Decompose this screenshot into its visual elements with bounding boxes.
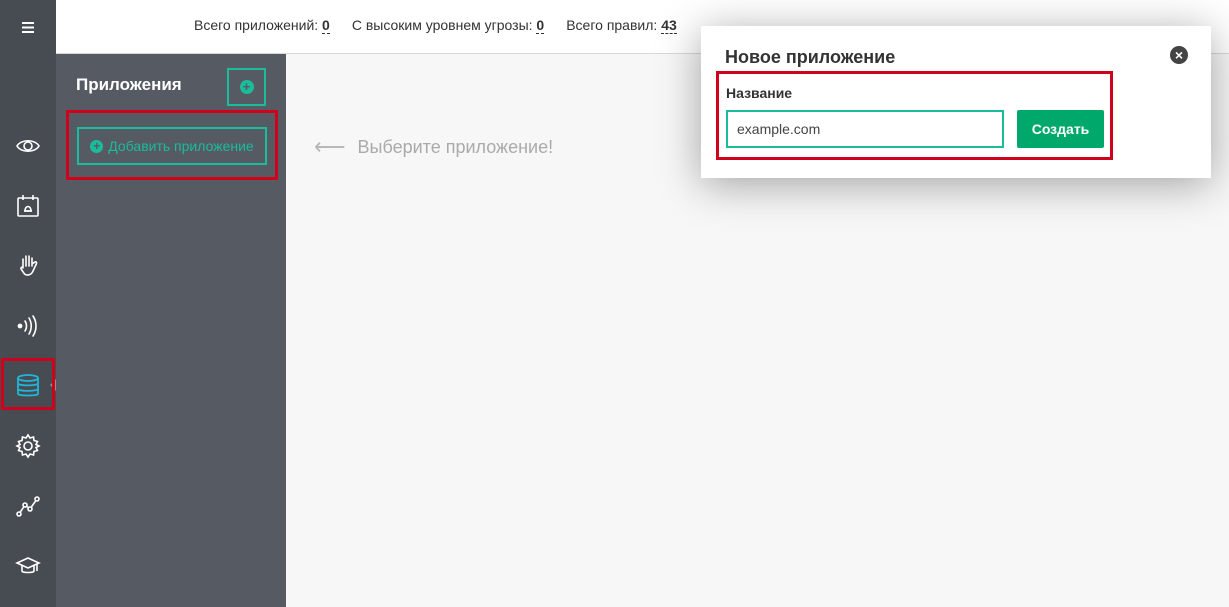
- add-app-icon-button[interactable]: +: [227, 68, 266, 106]
- nav-item-blocking[interactable]: [0, 238, 56, 294]
- nav-item-overview[interactable]: [0, 118, 56, 174]
- graduation-cap-icon: [15, 557, 41, 574]
- applications-panel: Приложения + + Добавить приложение: [56, 54, 286, 607]
- modal-title: Новое приложение: [725, 47, 896, 67]
- stat-high-threat: С высоким уровнем угрозы: 0: [351, 17, 545, 34]
- stat-total-rules: Всего правил: 43: [566, 17, 677, 34]
- nav-item-signals[interactable]: [0, 298, 56, 354]
- signal-waves-icon: [17, 315, 37, 337]
- menu-button[interactable]: [0, 0, 56, 54]
- stat-total-apps: Всего приложений: 0: [194, 17, 330, 34]
- add-app-highlight: + Добавить приложение: [66, 110, 278, 180]
- modal-form-highlight: Название Создать: [716, 71, 1113, 160]
- nav-rail: [0, 0, 56, 607]
- stat-label: Всего приложений:: [194, 17, 319, 33]
- nav-item-settings[interactable]: [0, 418, 56, 474]
- add-app-label: Добавить приложение: [108, 138, 254, 154]
- nav-item-events[interactable]: [0, 178, 56, 234]
- eye-icon: [16, 139, 40, 153]
- select-app-hint: ⟵ Выберите приложение!: [314, 134, 553, 160]
- nav-item-training[interactable]: [0, 538, 56, 594]
- hand-icon: [20, 255, 38, 276]
- new-app-modal: Новое приложение × Название Создать: [701, 26, 1211, 178]
- plus-circle-icon: +: [90, 139, 104, 153]
- close-icon[interactable]: ×: [1170, 46, 1188, 64]
- hint-text: Выберите приложение!: [357, 136, 554, 157]
- nav-item-analytics[interactable]: [0, 478, 56, 534]
- gear-icon: [15, 433, 41, 459]
- app-name-input[interactable]: [726, 110, 1004, 148]
- calendar-bell-icon: [17, 195, 39, 217]
- stat-label: Всего правил:: [566, 17, 658, 33]
- panel-title: Приложения: [76, 75, 182, 94]
- name-field-label: Название: [726, 85, 793, 101]
- stat-value[interactable]: 43: [661, 17, 677, 34]
- create-button[interactable]: Создать: [1017, 110, 1104, 148]
- analytics-line-icon: [16, 496, 40, 517]
- plus-circle-icon: +: [239, 80, 254, 94]
- header-stats: Всего приложений: 0 С высоким уровнем уг…: [194, 17, 677, 34]
- add-app-button[interactable]: + Добавить приложение: [77, 127, 267, 165]
- arrow-left-icon: ⟵: [314, 134, 346, 159]
- stat-value[interactable]: 0: [536, 17, 545, 34]
- database-highlight: [1, 358, 55, 410]
- hamburger-icon: [22, 21, 34, 33]
- stat-value[interactable]: 0: [322, 17, 330, 34]
- stat-label: С высоким уровнем угрозы:: [351, 17, 533, 33]
